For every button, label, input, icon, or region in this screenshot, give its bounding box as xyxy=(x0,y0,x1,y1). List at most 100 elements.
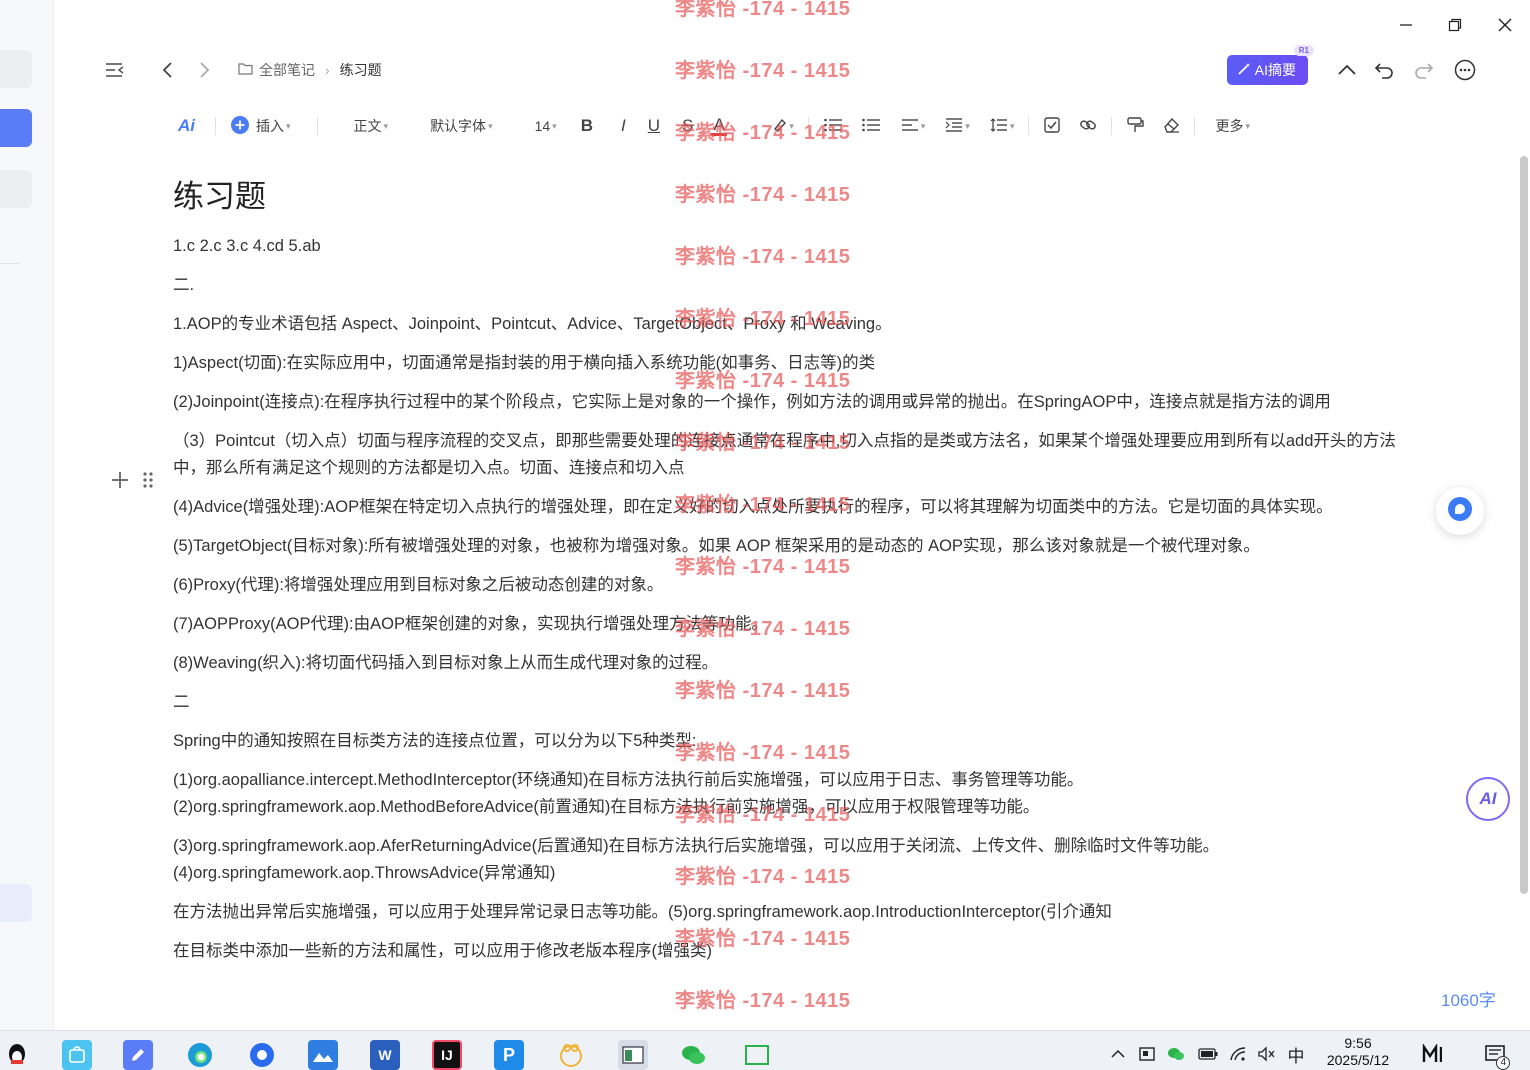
more-tools-menu[interactable]: 更多 ▾ xyxy=(1209,111,1256,141)
close-window-button[interactable] xyxy=(1494,14,1516,36)
link-button[interactable] xyxy=(1073,111,1103,141)
ai-tray-icon[interactable] xyxy=(1422,1044,1442,1064)
align-button[interactable]: ▾ xyxy=(895,111,932,141)
collapse-up-icon[interactable] xyxy=(1332,55,1362,85)
back-icon[interactable] xyxy=(152,55,182,85)
font-family-value: 默认字体 xyxy=(430,118,487,134)
file-viewer-icon[interactable] xyxy=(618,1040,648,1070)
intellij-icon[interactable]: IJ xyxy=(432,1040,462,1070)
battery-icon[interactable] xyxy=(1198,1044,1218,1064)
ordered-list-button[interactable] xyxy=(817,111,849,141)
paragraph[interactable]: （3）Pointcut（切入点）切面与程序流程的交叉点，即那些需要处理的连接点通… xyxy=(173,428,1403,482)
bold-button[interactable]: B xyxy=(575,111,599,141)
sidebar-item[interactable] xyxy=(0,170,32,208)
outline-toggle-icon[interactable] xyxy=(100,55,130,85)
paragraph[interactable]: 在目标类中添加一些新的方法和属性，可以应用于修改老版本程序(增强类) xyxy=(173,938,1403,965)
underline-button[interactable]: U xyxy=(642,111,666,141)
paragraph[interactable]: (1)org.aopalliance.intercept.MethodInter… xyxy=(173,767,1403,794)
show-hidden-icons-icon[interactable] xyxy=(1108,1044,1128,1064)
paragraph[interactable]: (4)org.springfamework.aop.ThrowsAdvice(异… xyxy=(173,860,1403,887)
clear-format-button[interactable] xyxy=(1156,111,1186,141)
assistant-float-button[interactable] xyxy=(1436,487,1484,535)
volume-muted-icon[interactable] xyxy=(1256,1044,1276,1064)
drag-handle-icon[interactable] xyxy=(142,470,154,495)
format-painter-icon xyxy=(1126,116,1145,137)
paragraph[interactable]: (3)org.springframework.aop.AferReturning… xyxy=(173,833,1403,860)
redo-icon[interactable] xyxy=(1408,55,1438,85)
pet-app-icon[interactable] xyxy=(556,1040,586,1070)
minimize-button[interactable] xyxy=(1395,14,1417,36)
wechat-tray-icon[interactable] xyxy=(1166,1044,1186,1064)
chevron-down-icon: ▾ xyxy=(383,120,389,131)
ai-summary-button[interactable]: AI摘要 R1 xyxy=(1226,45,1314,85)
paragraph[interactable]: (5)TargetObject(目标对象):所有被增强处理的对象，也被称为增强对… xyxy=(173,533,1403,560)
paragraph[interactable]: (6)Proxy(代理):将增强处理应用到目标对象之后被动态创建的对象。 xyxy=(173,572,1403,599)
sidebar-item[interactable] xyxy=(0,884,32,922)
format-painter-button[interactable] xyxy=(1120,111,1150,141)
paragraph[interactable]: (7)AOPProxy(AOP代理):由AOP框架创建的对象，实现执行增强处理方… xyxy=(173,611,1403,638)
word-icon[interactable]: W xyxy=(370,1040,400,1070)
paragraph[interactable]: Spring中的通知按照在目标类方法的连接点位置，可以分为以下5种类型: xyxy=(173,728,1403,755)
chevron-down-icon: ▾ xyxy=(920,120,926,131)
browser-icon[interactable] xyxy=(247,1040,277,1070)
qq-icon[interactable] xyxy=(2,1040,32,1070)
indent-button[interactable]: ▾ xyxy=(939,111,976,141)
strikethrough-button[interactable]: S xyxy=(676,111,699,141)
font-color-button[interactable]: A xyxy=(705,111,733,141)
watermark: 李紫怡 -174 - 1415 xyxy=(675,0,851,20)
paragraph[interactable]: (4)Advice(增强处理):AOP框架在特定切入点执行的增强处理，即在定义好… xyxy=(173,494,1403,521)
insert-menu[interactable]: 插入 ▾ xyxy=(224,111,297,141)
windows-taskbar: W IJ P 中 9:56 2025/5/12 4 xyxy=(0,1030,1530,1070)
line-spacing-button[interactable]: ▾ xyxy=(984,111,1021,141)
breadcrumb-root[interactable]: 全部笔记 xyxy=(259,60,315,80)
italic-button[interactable]: I xyxy=(615,111,632,141)
paragraph-style-select[interactable]: 正文 ▾ xyxy=(348,111,395,141)
ai-float-button[interactable]: AI xyxy=(1466,777,1510,821)
tray-app-icon[interactable] xyxy=(1137,1044,1157,1064)
paragraph[interactable]: 1.c 2.c 3.c 4.cd 5.ab xyxy=(173,233,1403,260)
wechat-icon[interactable] xyxy=(678,1040,708,1070)
wifi-icon[interactable] xyxy=(1228,1044,1248,1064)
restore-button[interactable] xyxy=(1444,14,1466,36)
bold-glyph: B xyxy=(580,116,593,135)
ai-assistant-button[interactable]: Ai xyxy=(172,111,201,141)
add-block-icon[interactable] xyxy=(110,470,130,495)
pycharm-icon[interactable]: P xyxy=(494,1040,524,1070)
document-title[interactable]: 练习题 xyxy=(173,171,1403,223)
word-count: 1060字 xyxy=(1441,991,1496,1010)
paragraph[interactable]: 二. xyxy=(173,272,1403,299)
left-sidebar xyxy=(0,0,54,1030)
paragraph[interactable]: 1)Aspect(切面):在实际应用中，切面通常是指封装的用于横向插入系统功能(… xyxy=(173,350,1403,377)
forward-icon[interactable] xyxy=(190,55,220,85)
app-store-icon[interactable] xyxy=(62,1040,92,1070)
notes-app-icon[interactable] xyxy=(123,1040,153,1070)
document-body[interactable]: 练习题 1.c 2.c 3.c 4.cd 5.ab 二. 1.AOP的专业术语包… xyxy=(173,170,1403,977)
paragraph[interactable]: 二 xyxy=(173,689,1403,716)
paragraph[interactable]: 在方法抛出异常后实施增强，可以应用于处理异常记录日志等功能。(5)org.spr… xyxy=(173,899,1403,926)
paragraph[interactable]: (8)Weaving(织入):将切面代码插入到目标对象上从而生成代理对象的过程。 xyxy=(173,650,1403,677)
sidebar-item[interactable] xyxy=(0,50,32,88)
notification-count: 4 xyxy=(1496,1056,1510,1070)
notification-center-icon[interactable]: 4 xyxy=(1480,1044,1510,1070)
underline-glyph: U xyxy=(647,116,660,135)
toolbar-divider xyxy=(1111,117,1113,135)
paragraph[interactable]: (2)org.springframework.aop.MethodBeforeA… xyxy=(173,794,1403,821)
bullet-list-button[interactable] xyxy=(855,111,887,141)
sidebar-item-active[interactable] xyxy=(0,109,32,147)
undo-icon[interactable] xyxy=(1370,55,1400,85)
screen-capture-icon[interactable] xyxy=(742,1040,772,1070)
font-size-select[interactable]: 14 ▾ xyxy=(529,111,563,141)
folder-icon xyxy=(238,62,253,78)
paragraph[interactable]: (2)Joinpoint(连接点):在程序执行过程中的某个阶段点，它实际上是对象… xyxy=(173,389,1403,416)
paragraph[interactable]: 1.AOP的专业术语包括 Aspect、Joinpoint、Pointcut、A… xyxy=(173,311,1403,338)
highlight-button[interactable]: ▾ xyxy=(765,111,800,141)
edge-browser-icon[interactable] xyxy=(185,1040,215,1070)
input-method-indicator[interactable]: 中 xyxy=(1286,1044,1306,1066)
scrollbar[interactable] xyxy=(1520,156,1528,894)
more-options-icon[interactable] xyxy=(1450,55,1480,85)
photos-icon[interactable] xyxy=(308,1040,338,1070)
system-clock[interactable]: 9:56 2025/5/12 xyxy=(1318,1035,1398,1069)
checkbox-button[interactable] xyxy=(1037,111,1067,141)
font-family-select[interactable]: 默认字体 ▾ xyxy=(424,111,499,141)
more-label: 更多 xyxy=(1215,118,1244,134)
